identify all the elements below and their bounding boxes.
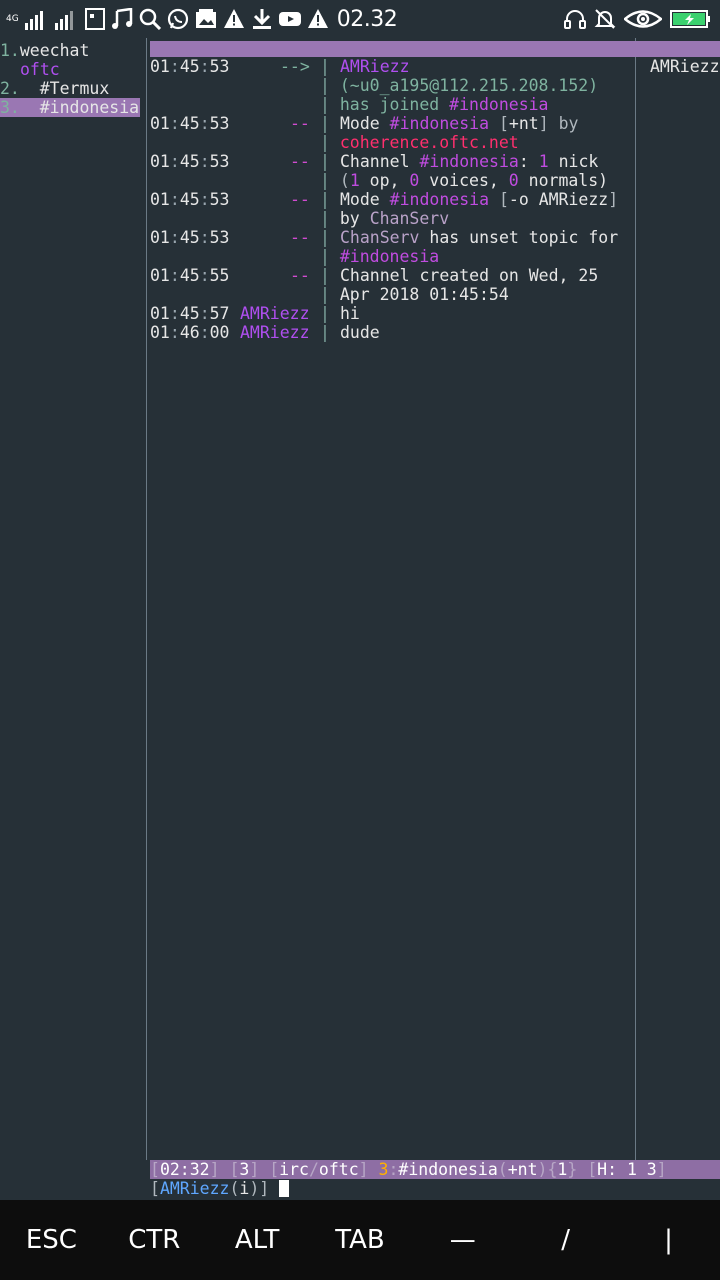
dash-key[interactable]: — (413, 1225, 513, 1255)
search-icon (139, 7, 161, 31)
chat-line: 01:45:53 --> | AMRiezz (150, 57, 410, 76)
terminal[interactable]: 1.weechat oftc 2. #Termux 3. #indonesia … (0, 38, 720, 1200)
battery-icon (670, 7, 712, 31)
gallery-icon (195, 7, 217, 31)
pipe-key[interactable]: | (618, 1225, 718, 1255)
warning-icon (307, 7, 329, 31)
chat-line: 01:45:55 -- | Channel created on Wed, 25 (150, 266, 599, 285)
chat-message: 01:46:00 AMRiezz | dude (150, 323, 380, 342)
buffer-item-indonesia[interactable]: 3. #indonesia (0, 98, 140, 117)
music-icon (111, 7, 133, 31)
warning-icon (223, 7, 245, 31)
buffer-item-weechat[interactable]: 1.weechat (0, 41, 89, 60)
chat-line: | (1 op, 0 voices, 0 normals) (320, 171, 609, 190)
chat-line: | coherence.oftc.net (320, 133, 519, 152)
clock: 02.32 (336, 6, 398, 32)
chat-line: | Apr 2018 01:45:54 (320, 285, 509, 304)
text-cursor (279, 1180, 290, 1197)
weechat-status-line: [02:32] [3] [irc/oftc] 3:#indonesia(+nt)… (150, 1160, 720, 1179)
screenshot-icon (84, 7, 105, 31)
chat-line: 01:45:53 -- | Mode #indonesia [+nt] by (150, 114, 579, 133)
tab-key[interactable]: TAB (310, 1225, 410, 1255)
headset-icon (564, 7, 586, 31)
buflist-separator (146, 38, 147, 1160)
chat-line: | has joined #indonesia (320, 95, 549, 114)
chat-line: 01:45:53 -- | Channel #indonesia: 1 nick (150, 152, 599, 171)
alt-key[interactable]: ALT (207, 1225, 307, 1255)
eye-icon (624, 7, 662, 31)
chat-line: | #indonesia (320, 247, 440, 266)
download-icon (251, 7, 273, 31)
chat-line: 01:45:53 -- | Mode #indonesia [-o AMRiezz] (150, 190, 619, 209)
whatsapp-icon (167, 7, 189, 31)
slash-key[interactable]: / (516, 1225, 616, 1255)
extra-keys-bar: ESC CTR ALT TAB — / | (0, 1200, 720, 1280)
signal-icon (24, 7, 49, 31)
signal-icon (54, 7, 79, 31)
chat-line: 01:45:53 -- | ChanServ has unset topic for (150, 228, 619, 247)
esc-key[interactable]: ESC (1, 1225, 101, 1255)
youtube-icon (278, 7, 301, 31)
buffer-list: 1.weechat oftc 2. #Termux 3. #indonesia (0, 38, 145, 1160)
nick-item[interactable]: AMRiezz (650, 57, 720, 76)
buffer-item-oftc[interactable]: oftc (20, 60, 60, 79)
chat-line: | (~u0_a195@112.215.208.152) (320, 76, 599, 95)
buffer-item-termux[interactable]: 2. #Termux (0, 79, 109, 98)
chat-message: 01:45:57 AMRiezz | hi (150, 304, 360, 323)
nicklist-separator (635, 38, 636, 1160)
network-type-label: 4G (6, 13, 19, 24)
mute-icon (594, 7, 616, 31)
title-bar (150, 41, 720, 57)
android-status-bar: 4G 02.32 (0, 0, 720, 38)
input-line[interactable]: [AMRiezz(i)] (150, 1179, 720, 1198)
ctrl-key[interactable]: CTR (104, 1225, 204, 1255)
chat-line: | by ChanServ (320, 209, 450, 228)
